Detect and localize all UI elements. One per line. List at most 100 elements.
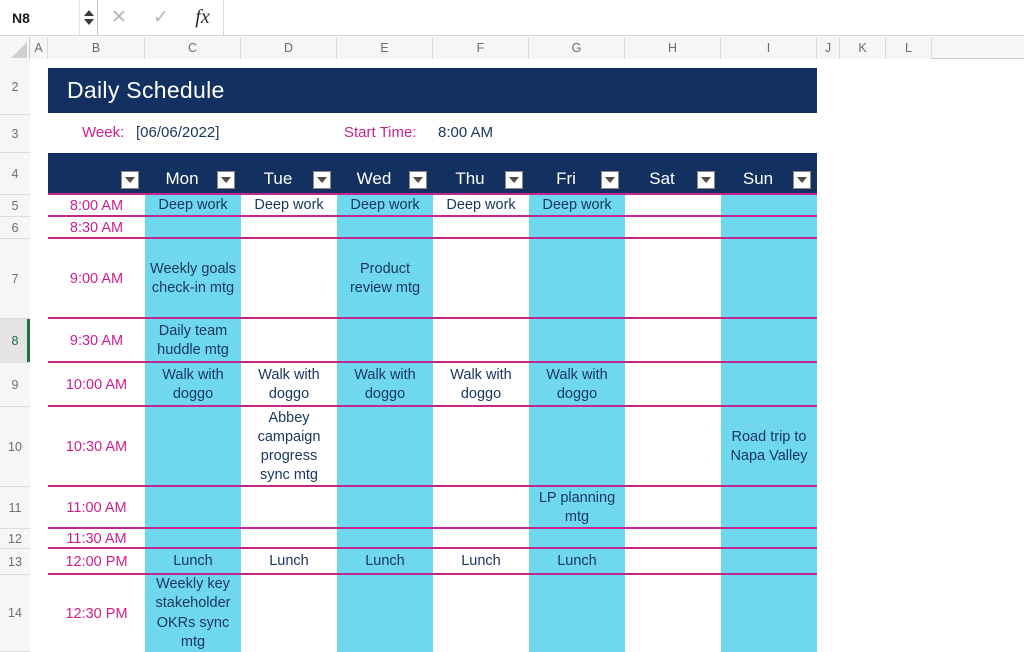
column-header-k[interactable]: K: [840, 37, 886, 59]
schedule-entry[interactable]: Deep work: [529, 195, 625, 217]
row-header-10[interactable]: 10: [0, 407, 30, 487]
column-header-a[interactable]: A: [30, 37, 48, 59]
schedule-entry[interactable]: Deep work: [145, 195, 241, 217]
column-header-i[interactable]: I: [721, 37, 817, 59]
time-label[interactable]: 12:00 PM: [48, 549, 145, 575]
schedule-cell-empty[interactable]: [337, 575, 433, 652]
row-header-6[interactable]: 6: [0, 217, 30, 239]
column-header-d[interactable]: D: [241, 37, 337, 59]
column-header-g[interactable]: G: [529, 37, 625, 59]
schedule-cell-empty[interactable]: [625, 407, 721, 487]
time-label[interactable]: 10:30 AM: [48, 407, 145, 487]
schedule-cell-empty[interactable]: [529, 319, 625, 363]
schedule-entry[interactable]: Walk with doggo: [241, 363, 337, 407]
column-header-h[interactable]: H: [625, 37, 721, 59]
spreadsheet-canvas[interactable]: Daily Schedule Mon Tue Wed Thu Fri Sat Sun Wee…: [30, 59, 1024, 652]
time-label[interactable]: 10:00 AM: [48, 363, 145, 407]
row-header-5[interactable]: 5: [0, 195, 30, 217]
schedule-cell-empty[interactable]: [625, 487, 721, 529]
row-header-2[interactable]: 2: [0, 59, 30, 115]
schedule-cell-empty[interactable]: [721, 363, 817, 407]
row-header-13[interactable]: 13: [0, 549, 30, 575]
row-header-9[interactable]: 9: [0, 363, 30, 407]
cancel-icon[interactable]: ✕: [98, 0, 140, 35]
schedule-cell-empty[interactable]: [433, 529, 529, 549]
schedule-cell-empty[interactable]: [529, 217, 625, 239]
filter-button-sat[interactable]: [697, 171, 715, 189]
schedule-cell-empty[interactable]: [337, 487, 433, 529]
row-header-3[interactable]: 3: [0, 115, 30, 153]
filter-button-time[interactable]: [121, 171, 139, 189]
schedule-entry[interactable]: Lunch: [529, 549, 625, 575]
schedule-cell-empty[interactable]: [721, 319, 817, 363]
schedule-cell-empty[interactable]: [433, 407, 529, 487]
schedule-cell-empty[interactable]: [145, 529, 241, 549]
schedule-entry[interactable]: Lunch: [433, 549, 529, 575]
schedule-entry[interactable]: Product review mtg: [337, 239, 433, 319]
row-header-11[interactable]: 11: [0, 487, 30, 529]
schedule-cell-empty[interactable]: [721, 487, 817, 529]
schedule-cell-empty[interactable]: [241, 217, 337, 239]
schedule-entry[interactable]: Deep work: [241, 195, 337, 217]
schedule-entry[interactable]: Weekly key stakeholder OKRs sync mtg: [145, 575, 241, 652]
schedule-cell-empty[interactable]: [529, 575, 625, 652]
column-header-f[interactable]: F: [433, 37, 529, 59]
filter-button-fri[interactable]: [601, 171, 619, 189]
schedule-cell-empty[interactable]: [337, 407, 433, 487]
column-header-e[interactable]: E: [337, 37, 433, 59]
schedule-entry[interactable]: Lunch: [145, 549, 241, 575]
schedule-entry[interactable]: Abbey campaign progress sync mtg: [241, 407, 337, 487]
schedule-cell-empty[interactable]: [625, 217, 721, 239]
schedule-entry[interactable]: Weekly goals check-in mtg: [145, 239, 241, 319]
name-box-spinner[interactable]: [80, 0, 98, 35]
filter-button-wed[interactable]: [409, 171, 427, 189]
schedule-cell-empty[interactable]: [145, 487, 241, 529]
row-header-14[interactable]: 14: [0, 575, 30, 652]
row-header-4[interactable]: 4: [0, 153, 30, 195]
schedule-cell-empty[interactable]: [433, 239, 529, 319]
schedule-cell-empty[interactable]: [529, 529, 625, 549]
schedule-entry[interactable]: Walk with doggo: [433, 363, 529, 407]
row-header-12[interactable]: 12: [0, 529, 30, 549]
filter-button-mon[interactable]: [217, 171, 235, 189]
time-label[interactable]: 11:30 AM: [48, 529, 145, 549]
schedule-entry[interactable]: Walk with doggo: [529, 363, 625, 407]
time-label[interactable]: 11:00 AM: [48, 487, 145, 529]
schedule-cell-empty[interactable]: [241, 319, 337, 363]
filter-button-tue[interactable]: [313, 171, 331, 189]
schedule-cell-empty[interactable]: [433, 217, 529, 239]
column-header-c[interactable]: C: [145, 37, 241, 59]
schedule-cell-empty[interactable]: [241, 529, 337, 549]
filter-button-thu[interactable]: [505, 171, 523, 189]
schedule-entry[interactable]: Walk with doggo: [337, 363, 433, 407]
schedule-entry[interactable]: Road trip to Napa Valley: [721, 407, 817, 487]
time-label[interactable]: 8:30 AM: [48, 217, 145, 239]
column-header-b[interactable]: B: [48, 37, 145, 59]
schedule-cell-empty[interactable]: [625, 319, 721, 363]
schedule-cell-empty[interactable]: [241, 575, 337, 652]
formula-input[interactable]: [224, 0, 1024, 35]
schedule-entry[interactable]: Daily team huddle mtg: [145, 319, 241, 363]
schedule-cell-empty[interactable]: [721, 575, 817, 652]
column-header-l[interactable]: L: [886, 37, 932, 59]
schedule-cell-empty[interactable]: [529, 239, 625, 319]
time-label[interactable]: 9:30 AM: [48, 319, 145, 363]
column-header-j[interactable]: J: [817, 37, 840, 59]
fx-icon[interactable]: fx: [182, 0, 224, 35]
schedule-entry[interactable]: Deep work: [337, 195, 433, 217]
schedule-entry[interactable]: Deep work: [433, 195, 529, 217]
schedule-cell-empty[interactable]: [241, 487, 337, 529]
time-label[interactable]: 12:30 PM: [48, 575, 145, 652]
schedule-cell-empty[interactable]: [721, 529, 817, 549]
schedule-cell-empty[interactable]: [721, 217, 817, 239]
schedule-cell-empty[interactable]: [625, 239, 721, 319]
schedule-entry[interactable]: LP planning mtg: [529, 487, 625, 529]
spinner-up-icon[interactable]: [83, 10, 94, 16]
row-header-7[interactable]: 7: [0, 239, 30, 319]
schedule-cell-empty[interactable]: [433, 319, 529, 363]
schedule-cell-empty[interactable]: [241, 239, 337, 319]
schedule-cell-empty[interactable]: [625, 575, 721, 652]
schedule-cell-empty[interactable]: [721, 239, 817, 319]
select-all-corner[interactable]: [0, 37, 30, 59]
schedule-cell-empty[interactable]: [433, 487, 529, 529]
